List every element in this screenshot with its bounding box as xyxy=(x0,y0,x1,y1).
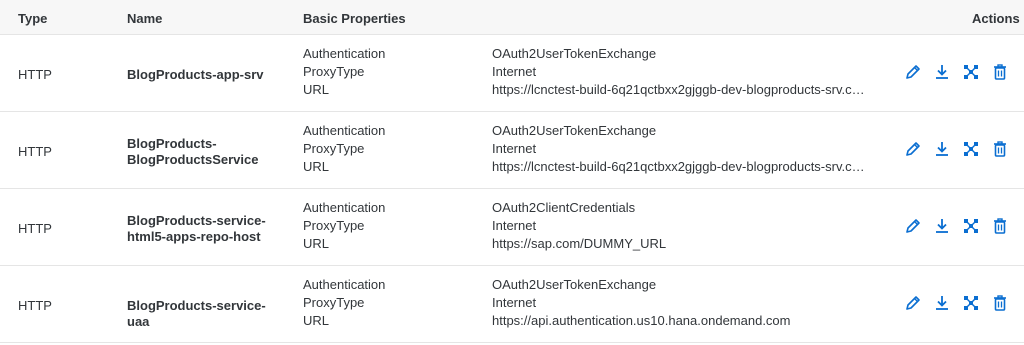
table-header: Type Name Basic Properties Actions xyxy=(0,0,1024,35)
table-row[interactable]: HTTP BlogProducts-app-srv Authentication Pr… xyxy=(0,35,1024,112)
column-header-name: Name xyxy=(127,11,163,26)
property-value: OAuth2UserTokenExchange xyxy=(492,277,657,292)
property-values: OAuth2UserTokenExchange Internet https://l… xyxy=(492,45,867,99)
row-name-line: BlogProducts-service-uaa xyxy=(127,298,266,329)
property-keys: Authentication ProxyType URL xyxy=(303,122,385,176)
edit-icon xyxy=(904,63,922,81)
property-key: ProxyType xyxy=(303,141,365,156)
property-key: URL xyxy=(303,313,330,328)
property-key: URL xyxy=(303,82,330,97)
table-row[interactable]: HTTP BlogProducts-service-uaa Authenticati… xyxy=(0,266,1024,343)
destinations-table: Type Name Basic Properties Actions HTTP B… xyxy=(0,0,1024,345)
property-value: https://lcnctest-build-6q21qctbxx2gjggb-… xyxy=(492,159,867,174)
delete-icon xyxy=(991,294,1009,312)
row-name[interactable]: BlogProducts-service-uaa xyxy=(127,298,287,330)
download-button[interactable] xyxy=(933,140,951,158)
connection-check-icon xyxy=(962,294,980,312)
property-key: ProxyType xyxy=(303,218,365,233)
delete-icon xyxy=(991,140,1009,158)
property-value: Internet xyxy=(492,141,537,156)
property-keys: Authentication ProxyType URL xyxy=(303,45,385,99)
row-name[interactable]: BlogProducts-app-srv xyxy=(127,67,287,83)
row-type: HTTP xyxy=(18,298,52,313)
check-connection-button[interactable] xyxy=(962,63,980,81)
row-actions xyxy=(904,140,1012,160)
delete-button[interactable] xyxy=(991,140,1009,158)
edit-button[interactable] xyxy=(904,140,922,158)
connection-check-icon xyxy=(962,217,980,235)
property-key: Authentication xyxy=(303,123,386,138)
row-type: HTTP xyxy=(18,67,52,82)
table-row[interactable]: HTTP BlogProducts-service-html5-apps-repo… xyxy=(0,189,1024,266)
property-key: ProxyType xyxy=(303,295,365,310)
property-value: OAuth2UserTokenExchange xyxy=(492,123,657,138)
property-value: https://api.authentication.us10.hana.ond… xyxy=(492,313,791,328)
row-actions xyxy=(904,63,1012,83)
edit-button[interactable] xyxy=(904,294,922,312)
property-value: OAuth2ClientCredentials xyxy=(492,200,636,215)
delete-button[interactable] xyxy=(991,217,1009,235)
property-value: Internet xyxy=(492,64,537,79)
property-value: Internet xyxy=(492,295,537,310)
row-name[interactable]: BlogProducts-service-html5-apps-repo-hos… xyxy=(127,213,287,245)
row-name-line: BlogProducts- xyxy=(127,136,217,151)
row-name[interactable]: BlogProducts- BlogProductsService xyxy=(127,136,287,168)
connection-check-icon xyxy=(962,140,980,158)
property-key: Authentication xyxy=(303,46,386,61)
row-name-line: BlogProducts-app-srv xyxy=(127,67,264,82)
row-actions xyxy=(904,294,1012,314)
edit-icon xyxy=(904,140,922,158)
row-name-line: html5-apps-repo-host xyxy=(127,229,261,244)
property-values: OAuth2UserTokenExchange Internet https://a… xyxy=(492,276,867,330)
edit-button[interactable] xyxy=(904,63,922,81)
download-icon xyxy=(933,217,951,235)
property-key: URL xyxy=(303,236,330,251)
edit-icon xyxy=(904,294,922,312)
delete-button[interactable] xyxy=(991,63,1009,81)
property-keys: Authentication ProxyType URL xyxy=(303,276,385,330)
property-key: Authentication xyxy=(303,277,386,292)
download-icon xyxy=(933,294,951,312)
property-key: Authentication xyxy=(303,200,386,215)
edit-button[interactable] xyxy=(904,217,922,235)
property-value: OAuth2UserTokenExchange xyxy=(492,46,657,61)
property-value: https://lcnctest-build-6q21qctbxx2gjggb-… xyxy=(492,82,867,97)
row-name-line: BlogProductsService xyxy=(127,152,259,167)
row-type: HTTP xyxy=(18,144,52,159)
row-actions xyxy=(904,217,1012,237)
download-icon xyxy=(933,140,951,158)
download-button[interactable] xyxy=(933,217,951,235)
download-button[interactable] xyxy=(933,294,951,312)
download-button[interactable] xyxy=(933,63,951,81)
property-values: OAuth2ClientCredentials Internet https://s… xyxy=(492,199,867,253)
column-header-type: Type xyxy=(18,11,48,26)
row-type: HTTP xyxy=(18,221,52,236)
check-connection-button[interactable] xyxy=(962,140,980,158)
property-key: URL xyxy=(303,159,330,174)
property-values: OAuth2UserTokenExchange Internet https://l… xyxy=(492,122,867,176)
column-header-basic-properties: Basic Properties xyxy=(303,11,406,26)
property-key: ProxyType xyxy=(303,64,365,79)
column-header-actions: Actions xyxy=(972,11,1020,26)
delete-icon xyxy=(991,63,1009,81)
delete-icon xyxy=(991,217,1009,235)
row-name-line: BlogProducts-service- xyxy=(127,213,266,228)
property-keys: Authentication ProxyType URL xyxy=(303,199,385,253)
delete-button[interactable] xyxy=(991,294,1009,312)
property-value: https://sap.com/DUMMY_URL xyxy=(492,236,667,251)
download-icon xyxy=(933,63,951,81)
table-row[interactable]: HTTP BlogProducts- BlogProductsService Auth… xyxy=(0,112,1024,189)
check-connection-button[interactable] xyxy=(962,217,980,235)
connection-check-icon xyxy=(962,63,980,81)
edit-icon xyxy=(904,217,922,235)
property-value: Internet xyxy=(492,218,537,233)
check-connection-button[interactable] xyxy=(962,294,980,312)
